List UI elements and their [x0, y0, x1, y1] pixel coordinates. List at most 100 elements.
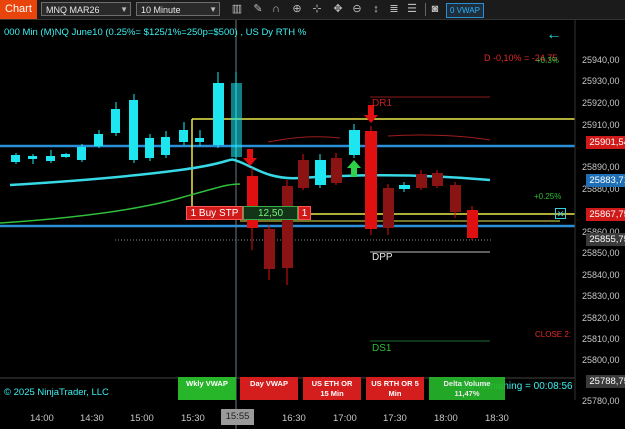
- bull-candle: [195, 138, 204, 142]
- x-tick: 15:30: [181, 413, 205, 424]
- bear-candle: [365, 131, 377, 229]
- y-tick: 25780,00: [582, 396, 620, 406]
- x-tick: 15:00: [130, 413, 154, 424]
- y-tick: 25820,00: [582, 313, 620, 323]
- move-icon[interactable]: ✥: [331, 2, 345, 16]
- bull-candle: [399, 185, 410, 189]
- bear-candle: [331, 158, 342, 183]
- button-sublabel: Min: [388, 388, 402, 398]
- x-tick: 18:30: [485, 413, 509, 424]
- chart-tab[interactable]: Chart: [0, 0, 37, 19]
- x-tick: 14:30: [80, 413, 104, 424]
- us-eth-or-button[interactable]: US ETH OR 15 Min: [303, 377, 361, 400]
- y-tick: 25810,00: [582, 334, 620, 344]
- bear-candle: [383, 188, 394, 228]
- delta-volume-button[interactable]: Delta Volume 11,47%: [429, 377, 505, 400]
- close-order-icon[interactable]: ✕: [555, 208, 566, 219]
- bull-candle: [161, 137, 170, 155]
- price-label-low: 25788,75: [586, 375, 625, 388]
- bull-candle: [213, 83, 224, 145]
- y-tick: 25850,00: [582, 248, 620, 258]
- properties-icon[interactable]: ☰: [405, 2, 419, 16]
- pencil-icon[interactable]: ✎: [251, 2, 265, 16]
- chevron-down-icon: ▼: [120, 5, 128, 14]
- red-envelope-left: [267, 136, 341, 143]
- weekly-vwap-button[interactable]: Wkly VWAP: [178, 377, 236, 400]
- bear-candle: [282, 186, 293, 268]
- close-label: CLOSE 2:: [535, 330, 572, 339]
- y-tick: 25830,00: [582, 291, 620, 301]
- x-tick: 18:00: [434, 413, 458, 424]
- bull-candle: [129, 100, 138, 160]
- zoom-in-icon[interactable]: ⊕: [290, 2, 304, 16]
- back-arrow-icon[interactable]: ←: [546, 26, 562, 44]
- instrument-selector[interactable]: MNQ MAR26 ▼: [41, 2, 131, 16]
- chart-title: 000 Min (M)NQ June10 (0.25%= $125/1%=250…: [4, 27, 307, 38]
- day-vwap-button[interactable]: Day VWAP: [240, 377, 298, 400]
- bars-icon[interactable]: ▥: [230, 2, 244, 16]
- buy-stop-price[interactable]: 12,50: [243, 206, 298, 220]
- interval-value: 10 Minute: [141, 5, 181, 15]
- button-label: US RTH OR 5: [371, 379, 419, 388]
- buy-stop-quantity[interactable]: 1: [298, 206, 311, 220]
- bull-candle: [231, 83, 242, 157]
- button-label: US ETH OR: [311, 379, 353, 388]
- bull-candle: [94, 134, 103, 146]
- candles: [11, 72, 478, 285]
- dr1-label: DR1: [372, 98, 393, 109]
- bull-candle: [315, 160, 326, 185]
- y-tick: 25930,00: [582, 76, 620, 86]
- bull-candle: [28, 156, 37, 159]
- y-tick: 25940,00: [582, 55, 620, 65]
- bear-candle: [450, 185, 461, 212]
- camera-icon[interactable]: ◙: [428, 2, 442, 16]
- crosshair-icon[interactable]: ⊹: [310, 2, 324, 16]
- y-tick: 25800,00: [582, 355, 620, 365]
- button-label: Wkly VWAP: [186, 379, 228, 388]
- chart-canvas[interactable]: [0, 20, 625, 429]
- button-label: Delta Volume: [443, 379, 491, 388]
- bull-candle: [179, 130, 188, 142]
- magnet-icon[interactable]: ∩: [269, 2, 283, 16]
- price-label-last: 25855,75: [586, 233, 625, 246]
- zoom-out-icon[interactable]: ⊖: [350, 2, 364, 16]
- button-label: Day VWAP: [250, 379, 288, 388]
- x-tick: 17:30: [383, 413, 407, 424]
- vwap-button[interactable]: 0 VWAP: [446, 3, 484, 18]
- price-label-blue: 25883,71: [586, 174, 625, 187]
- instrument-value: MNQ MAR26: [46, 5, 100, 15]
- y-tick: 25890,00: [582, 162, 620, 172]
- buy-stop-order[interactable]: 1 Buy STP: [186, 206, 243, 220]
- interval-selector[interactable]: 10 Minute ▼: [136, 2, 220, 16]
- plus-025-label: +0.25%: [534, 192, 562, 201]
- bear-candle: [298, 160, 309, 188]
- bear-candle: [416, 174, 427, 188]
- y-tick: 25910,00: [582, 120, 620, 130]
- bear-candle: [467, 210, 478, 238]
- bear-candle: [264, 229, 275, 269]
- y-tick: 25920,00: [582, 98, 620, 108]
- copyright-text: © 2025 NinjaTrader, LLC: [4, 387, 109, 398]
- bull-candle: [46, 156, 55, 161]
- price-label-red: 25867,75: [586, 208, 625, 221]
- bull-candle: [11, 155, 20, 162]
- bull-candle: [111, 109, 120, 133]
- chevron-down-icon: ▼: [209, 5, 217, 14]
- toolbar-divider: [425, 3, 426, 16]
- list-icon[interactable]: ≣: [387, 2, 401, 16]
- bear-candle: [247, 176, 258, 228]
- bull-candle: [145, 138, 154, 158]
- ds1-label: DS1: [372, 343, 392, 354]
- plus-03-label: +0.3%: [536, 56, 559, 65]
- red-envelope-right: [387, 134, 491, 141]
- price-label-red: 25901,54: [586, 136, 625, 149]
- y-tick: 25840,00: [582, 270, 620, 280]
- bull-candle: [61, 154, 70, 157]
- us-rth-or-button[interactable]: US RTH OR 5 Min: [366, 377, 424, 400]
- bear-candle: [432, 173, 443, 186]
- x-tick: 14:00: [30, 413, 54, 424]
- cursor-time-label: 15:55: [221, 409, 254, 425]
- button-sublabel: 11,47%: [454, 388, 480, 398]
- x-tick: 16:30: [282, 413, 306, 424]
- trade-icon[interactable]: ↕: [369, 2, 383, 16]
